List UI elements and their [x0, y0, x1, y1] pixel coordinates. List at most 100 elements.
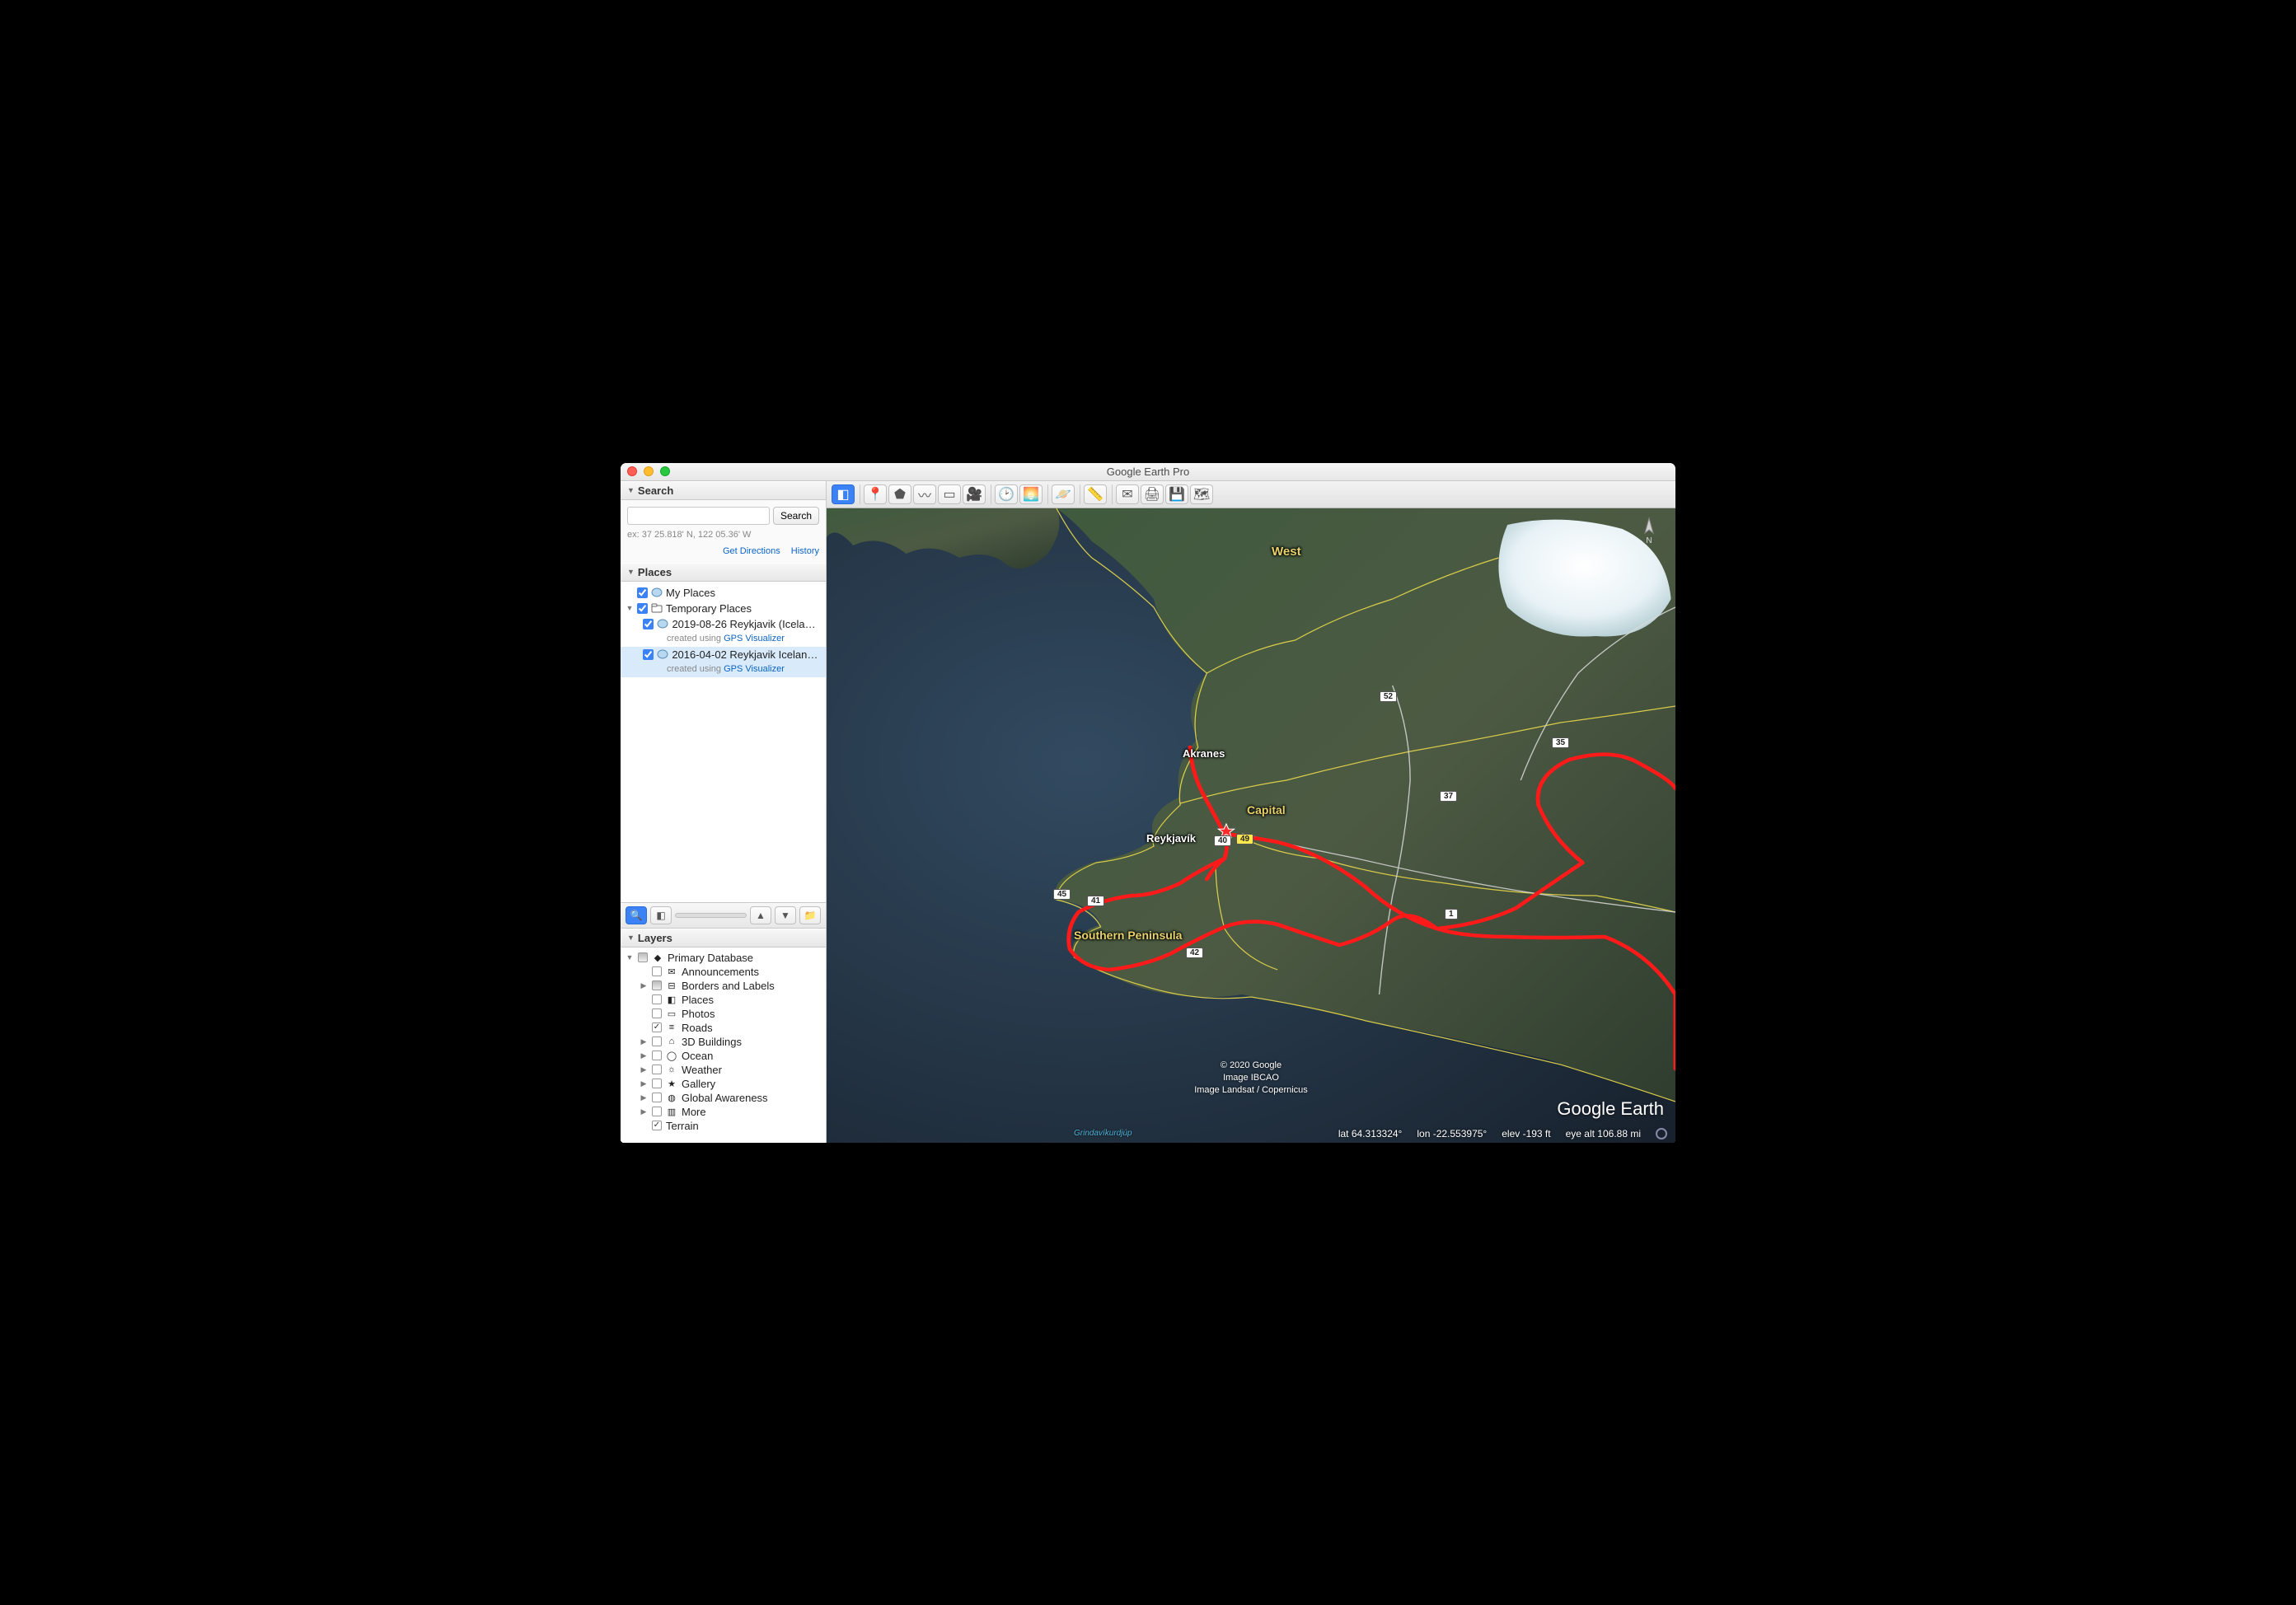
node-label: My Places — [666, 587, 715, 599]
save-image-button[interactable]: 💾 — [1165, 484, 1188, 504]
checkbox[interactable] — [652, 994, 662, 1004]
checkbox[interactable] — [643, 619, 654, 629]
up-button[interactable]: ▲ — [750, 906, 771, 924]
folder-button[interactable]: 📁 — [799, 906, 821, 924]
road-shield: 45 — [1053, 889, 1071, 900]
layer-icon: ◍ — [666, 1092, 677, 1103]
checkbox[interactable] — [652, 1079, 662, 1088]
search-header[interactable]: Search — [621, 481, 826, 500]
view-maps-button[interactable]: 🗺 — [1190, 484, 1213, 504]
layer-row[interactable]: Terrain — [621, 1119, 826, 1133]
checkbox[interactable] — [652, 1022, 662, 1032]
road-shield: 49 — [1236, 834, 1253, 845]
record-tour-button[interactable]: 🎥 — [963, 484, 986, 504]
disclosure-icon[interactable]: ▼ — [626, 953, 634, 962]
disclosure-icon[interactable]: ▼ — [626, 604, 634, 612]
opacity-slider[interactable] — [675, 913, 747, 918]
region-label-west: West — [1272, 545, 1301, 559]
toggle-sidebar-button[interactable]: ◧ — [650, 906, 672, 924]
search-places-button[interactable]: 🔍 — [626, 906, 647, 924]
layer-row[interactable]: ▶★Gallery — [621, 1077, 826, 1091]
disclosure-icon[interactable]: ▶ — [640, 1093, 648, 1102]
checkbox[interactable] — [637, 603, 648, 614]
places-toolbar: 🔍 ◧ ▲ ▼ 📁 — [621, 902, 826, 929]
layer-row[interactable]: ▶◯Ocean — [621, 1049, 826, 1063]
window-title: Google Earth Pro — [621, 466, 1675, 478]
layer-icon: ☼ — [666, 1064, 677, 1075]
layer-row[interactable]: ▭Photos — [621, 1007, 826, 1021]
history-link[interactable]: History — [791, 546, 819, 556]
earth-icon — [657, 649, 668, 659]
checkbox[interactable] — [652, 1121, 662, 1130]
gps-visualizer-link[interactable]: GPS Visualizer — [724, 664, 785, 674]
checkbox[interactable] — [652, 1036, 662, 1046]
down-button[interactable]: ▼ — [775, 906, 796, 924]
checkbox[interactable] — [652, 1065, 662, 1074]
path-button[interactable]: 〰 — [913, 484, 936, 504]
disclosure-icon[interactable]: ▶ — [640, 1037, 648, 1046]
layer-label: Borders and Labels — [682, 980, 775, 992]
search-input[interactable] — [627, 507, 770, 525]
tree-row-myplaces[interactable]: My Places — [621, 585, 826, 601]
layer-row[interactable]: ▶ ☼ Weather — [621, 1063, 826, 1077]
layer-row[interactable]: ◧Places — [621, 993, 826, 1007]
status-elev: elev -193 ft — [1502, 1128, 1550, 1139]
folder-icon — [651, 603, 663, 613]
historical-button[interactable]: 🕑 — [995, 484, 1018, 504]
disclosure-icon[interactable]: ▶ — [640, 1051, 648, 1060]
layer-row[interactable]: ▶⌂3D Buildings — [621, 1035, 826, 1049]
image-overlay-button[interactable]: ▭ — [938, 484, 961, 504]
disclosure-icon[interactable]: ▶ — [640, 1107, 648, 1116]
ruler-button[interactable]: 📏 — [1084, 484, 1107, 504]
sidebar-toggle-button[interactable]: ◧ — [832, 484, 855, 504]
status-bar: lat 64.313324° lon -22.553975° elev -193… — [827, 1125, 1675, 1143]
checkbox[interactable] — [638, 952, 648, 962]
layer-row[interactable]: ≡Roads — [621, 1021, 826, 1035]
checkbox[interactable] — [652, 1008, 662, 1018]
checkbox[interactable] — [652, 980, 662, 990]
email-button[interactable]: ✉ — [1116, 484, 1139, 504]
toolbar: ◧ 📍 ⬟ 〰 ▭ 🎥 🕑 🌅 🪐 📏 — [827, 481, 1675, 508]
tree-row-track[interactable]: 2019-08-26 Reykjavik (Iceland, I — [621, 616, 826, 632]
layer-label: Weather — [682, 1064, 722, 1076]
layer-label: Terrain — [666, 1120, 699, 1132]
layer-row[interactable]: ▶◍Global Awareness — [621, 1091, 826, 1105]
polygon-button[interactable]: ⬟ — [888, 484, 911, 504]
streaming-icon — [1656, 1128, 1667, 1139]
layer-label: Primary Database — [668, 952, 753, 964]
close-icon[interactable] — [627, 466, 637, 476]
layer-row[interactable]: ✉Announcements — [621, 965, 826, 979]
tree-desc: created using GPS Visualizer — [621, 662, 826, 677]
main-area: ◧ 📍 ⬟ 〰 ▭ 🎥 🕑 🌅 🪐 📏 — [827, 481, 1675, 1143]
search-button[interactable]: Search — [773, 507, 819, 525]
layer-row[interactable]: ▶▥More — [621, 1105, 826, 1119]
tree-row-track[interactable]: 2016-04-02 Reykjavik Iceland (K — [621, 647, 826, 662]
disclosure-icon[interactable]: ▶ — [640, 981, 648, 990]
placemark-button[interactable]: 📍 — [864, 484, 887, 504]
print-button[interactable]: 🖨 — [1141, 484, 1164, 504]
layer-row[interactable]: ▶⊟Borders and Labels — [621, 979, 826, 993]
disclosure-icon[interactable]: ▶ — [640, 1079, 648, 1088]
zoom-icon[interactable] — [660, 466, 670, 476]
layer-icon: ◯ — [666, 1050, 677, 1061]
layers-header[interactable]: Layers — [621, 929, 826, 948]
checkbox[interactable] — [652, 1051, 662, 1060]
gps-visualizer-link[interactable]: GPS Visualizer — [724, 634, 785, 643]
get-directions-link[interactable]: Get Directions — [723, 546, 780, 556]
checkbox[interactable] — [652, 1093, 662, 1102]
layer-primary[interactable]: ▼ ◆ Primary Database — [621, 951, 826, 965]
minimize-icon[interactable] — [644, 466, 654, 476]
layer-label: 3D Buildings — [682, 1036, 742, 1048]
planet-button[interactable]: 🪐 — [1052, 484, 1075, 504]
places-header[interactable]: Places — [621, 563, 826, 582]
disclosure-icon[interactable]: ▶ — [640, 1065, 648, 1074]
road-shield: 37 — [1440, 791, 1457, 802]
map-view[interactable]: West Akranes Capital Reykjavík Southern … — [827, 508, 1675, 1143]
checkbox[interactable] — [652, 1107, 662, 1116]
svg-text:N: N — [1646, 536, 1652, 545]
checkbox[interactable] — [652, 966, 662, 976]
sunlight-button[interactable]: 🌅 — [1019, 484, 1043, 504]
tree-row-temp[interactable]: ▼ Temporary Places — [621, 601, 826, 616]
checkbox[interactable] — [637, 587, 648, 598]
checkbox[interactable] — [643, 649, 654, 660]
